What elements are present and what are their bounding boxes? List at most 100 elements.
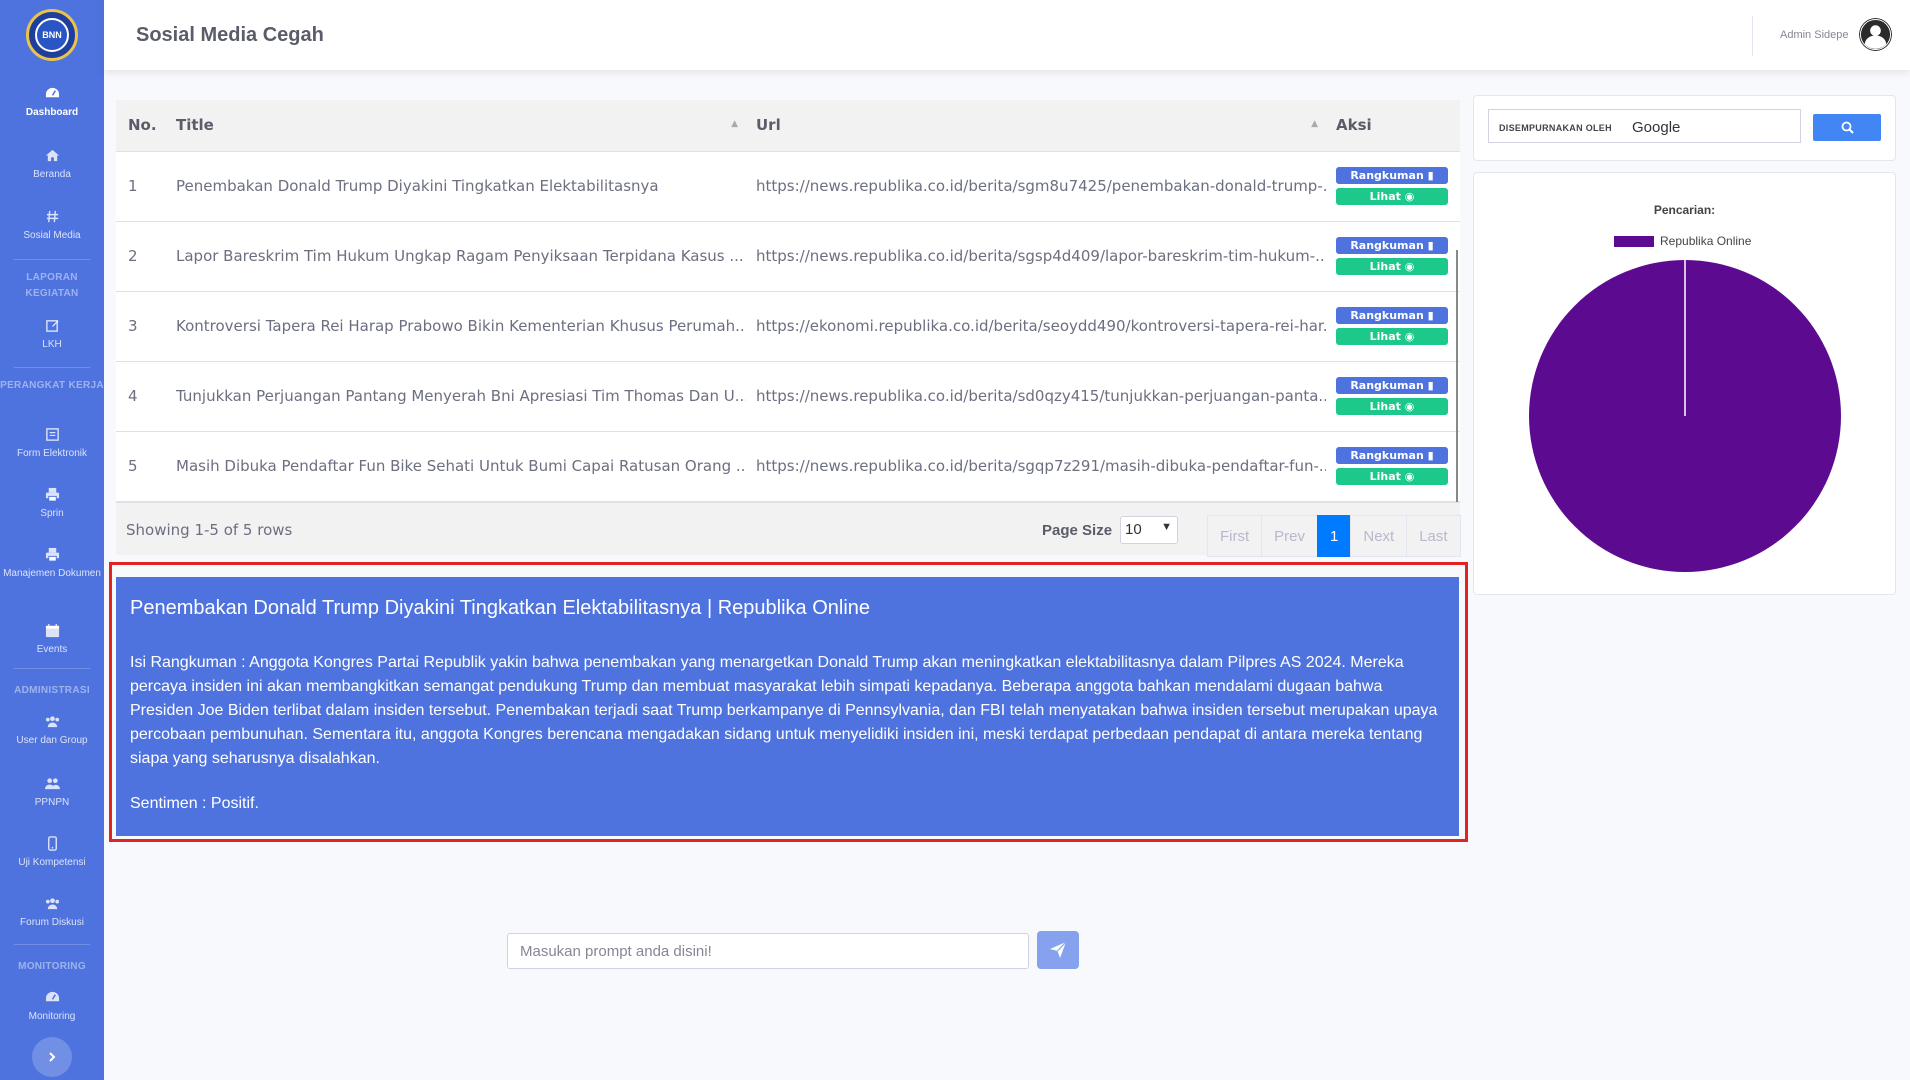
lihat-button[interactable]: Lihat ◉ (1336, 328, 1448, 345)
header-no[interactable]: No. (116, 100, 166, 152)
cell-aksi: Rangkuman ▮ Lihat ◉ (1326, 291, 1460, 362)
cell-aksi: Rangkuman ▮ Lihat ◉ (1326, 221, 1460, 292)
sidebar-item-label: Events (36, 644, 68, 655)
eye-icon: ◉ (1404, 260, 1415, 273)
users-icon (45, 898, 59, 910)
cell-no: 2 (116, 221, 166, 292)
sidebar-item-forum-diskusi[interactable]: Forum Diskusi (0, 896, 104, 930)
pager-last[interactable]: Last (1406, 515, 1461, 557)
search-icon (1841, 121, 1854, 134)
cell-title: Lapor Bareskrim Tim Hukum Ungkap Ragam P… (166, 221, 746, 292)
calendar-icon (45, 623, 59, 638)
lihat-button[interactable]: Lihat ◉ (1336, 468, 1448, 485)
sidebar-item-ppnpn[interactable]: PPNPN (0, 776, 104, 810)
cell-no: 1 (116, 151, 166, 222)
summary-sentiment: Sentimen : Positif. (130, 795, 259, 812)
sidebar-heading-perangkat: PERANGKAT KERJA (0, 380, 104, 391)
sidebar-divider (14, 367, 90, 368)
lihat-button[interactable]: Lihat ◉ (1336, 258, 1448, 275)
table-row: 2 Lapor Bareskrim Tim Hukum Ungkap Ragam… (116, 221, 1460, 292)
page-size-label: Page Size (1042, 522, 1113, 539)
mobile-icon (47, 836, 57, 851)
rangkuman-button[interactable]: Rangkuman ▮ (1336, 307, 1448, 324)
header-url[interactable]: Url ▲ (746, 100, 1326, 152)
sidebar-item-sosial-media[interactable]: Sosial Media (0, 209, 104, 243)
sidebar-item-label: Manajemen Dokumen (3, 568, 101, 579)
table-row: 1 Penembakan Donald Trump Diyakini Tingk… (116, 151, 1460, 222)
sidebar-toggle-button[interactable] (32, 1037, 72, 1077)
cell-no: 3 (116, 291, 166, 362)
sidebar-item-lkh[interactable]: LKH (0, 318, 104, 352)
bnn-logo[interactable]: BNN (26, 9, 78, 61)
pagination: First Prev 1 Next Last (1207, 515, 1461, 557)
sidebar-divider (14, 668, 90, 669)
sidebar-item-beranda[interactable]: Beranda (0, 148, 104, 182)
eye-icon: ◉ (1404, 400, 1415, 413)
rangkuman-button[interactable]: Rangkuman ▮ (1336, 167, 1448, 184)
file-icon: ▮ (1427, 379, 1434, 392)
rangkuman-label: Rangkuman (1350, 449, 1424, 462)
gauge-icon (45, 991, 59, 1002)
rangkuman-button[interactable]: Rangkuman ▮ (1336, 377, 1448, 394)
lihat-button[interactable]: Lihat ◉ (1336, 188, 1448, 205)
sidebar-item-label: Monitoring (28, 1011, 76, 1022)
sidebar-item-label: Sprin (40, 508, 64, 519)
sort-icon[interactable]: ▲ (731, 119, 738, 129)
user-name[interactable]: Admin Sidepe (1780, 29, 1849, 41)
sidebar-item-label: Dashboard (25, 107, 79, 118)
lihat-button[interactable]: Lihat ◉ (1336, 398, 1448, 415)
lihat-label: Lihat (1369, 330, 1401, 343)
topbar-divider (1752, 16, 1753, 56)
prompt-input[interactable] (507, 933, 1029, 969)
rangkuman-button[interactable]: Rangkuman ▮ (1336, 237, 1448, 254)
rangkuman-button[interactable]: Rangkuman ▮ (1336, 447, 1448, 464)
cell-title: Penembakan Donald Trump Diyakini Tingkat… (166, 151, 746, 222)
chevron-down-icon: ▼ (1161, 521, 1172, 533)
send-button[interactable] (1037, 931, 1079, 969)
sidebar-heading-laporan: LAPORAN KEGIATAN (25, 272, 79, 299)
header-title[interactable]: Title ▲ (166, 100, 746, 152)
chart-legend[interactable]: Republika Online (1614, 234, 1751, 248)
rangkuman-label: Rangkuman (1350, 379, 1424, 392)
sidebar-item-dashboard[interactable]: Dashboard (0, 86, 104, 120)
print-icon (45, 547, 59, 562)
google-brand: Google (1632, 119, 1681, 136)
table-row: 4 Tunjukkan Perjuangan Pantang Menyerah … (116, 361, 1460, 432)
sidebar-item-events[interactable]: Events (0, 623, 104, 657)
cell-title: Tunjukkan Perjuangan Pantang Menyerah Bn… (166, 361, 746, 432)
google-search-input[interactable]: DISEMPURNAKAN OLEH Google (1488, 109, 1801, 143)
sidebar-divider (14, 944, 90, 945)
search-button[interactable] (1813, 114, 1881, 141)
header-aksi-label: Aksi (1336, 116, 1372, 135)
pie-chart (1529, 260, 1841, 572)
cell-url: https://news.republika.co.id/berita/sgsp… (746, 221, 1326, 292)
pager-current[interactable]: 1 (1317, 515, 1352, 557)
rows-summary: Showing 1-5 of 5 rows (126, 521, 293, 539)
sidebar-item-manajemen-dokumen[interactable]: Manajemen Dokumen (0, 547, 104, 581)
news-table: No. Title ▲ Url ▲ Aksi 1 Penembakan Donald… (116, 100, 1460, 502)
pager-prev[interactable]: Prev (1261, 515, 1319, 557)
lihat-label: Lihat (1369, 260, 1401, 273)
print-icon (45, 487, 59, 502)
sidebar-item-form-elektronik[interactable]: Form Elektronik (0, 427, 104, 461)
sidebar-item-monitoring[interactable]: Monitoring (0, 990, 104, 1024)
sidebar-item-label: Uji Kompetensi (18, 857, 86, 868)
file-icon: ▮ (1427, 449, 1434, 462)
home-icon (45, 149, 59, 162)
users-icon (45, 716, 59, 728)
pager-next[interactable]: Next (1350, 515, 1408, 557)
sidebar-heading-monitoring: MONITORING (18, 961, 86, 972)
sidebar-item-label: LKH (42, 339, 62, 350)
eye-icon: ◉ (1404, 470, 1415, 483)
form-icon (45, 428, 59, 441)
sidebar-item-sprin[interactable]: Sprin (0, 487, 104, 521)
sort-icon[interactable]: ▲ (1311, 119, 1318, 129)
sidebar-item-user-dan-group[interactable]: User dan Group (0, 714, 104, 748)
chart-title: Pencarian: (1653, 203, 1716, 217)
page-size-select[interactable]: 10 ▼ (1120, 516, 1178, 544)
pager-first[interactable]: First (1207, 515, 1263, 557)
sidebar-item-label: Sosial Media (23, 230, 81, 241)
avatar[interactable] (1859, 18, 1892, 51)
sidebar-divider (14, 259, 90, 260)
sidebar-item-uji-kompetensi[interactable]: Uji Kompetensi (0, 836, 104, 870)
